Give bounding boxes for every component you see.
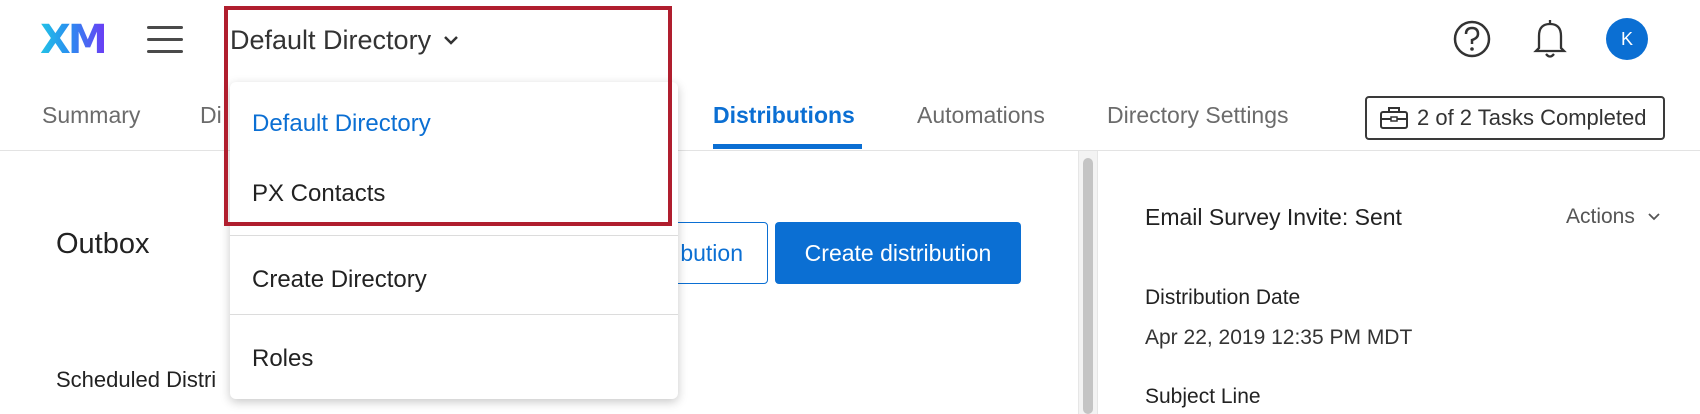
tab-automations[interactable]: Automations	[917, 102, 1045, 129]
dropdown-item-create-directory[interactable]: Create Directory	[252, 266, 427, 294]
dropdown-item-default-directory[interactable]: Default Directory	[252, 110, 431, 138]
actions-menu[interactable]: Actions	[1566, 205, 1661, 229]
scrollbar-thumb[interactable]	[1083, 158, 1093, 414]
details-title: Email Survey Invite: Sent	[1145, 204, 1402, 230]
details-pane	[1097, 151, 1700, 414]
subject-line-label: Subject Line	[1145, 385, 1261, 408]
dropdown-item-roles[interactable]: Roles	[252, 345, 313, 373]
briefcase-icon	[1380, 107, 1408, 129]
bell-icon[interactable]	[1533, 18, 1567, 60]
tab-directory-settings[interactable]: Directory Settings	[1107, 102, 1289, 129]
active-tab-indicator	[713, 144, 862, 149]
help-icon[interactable]	[1452, 18, 1492, 60]
directory-selector-label: Default Directory	[230, 24, 432, 55]
outbox-title: Outbox	[56, 228, 150, 260]
actions-label: Actions	[1566, 205, 1635, 228]
chevron-down-icon	[1648, 213, 1660, 221]
distribution-date-value: Apr 22, 2019 12:35 PM MDT	[1145, 326, 1413, 349]
directory-selector[interactable]: Default Directory	[230, 20, 459, 60]
tab-summary[interactable]: Summary	[42, 102, 140, 129]
tab-distributions[interactable]: Distributions	[713, 102, 855, 129]
top-bar: XM Default Directory K	[0, 0, 1700, 81]
dropdown-item-px-contacts[interactable]: PX Contacts	[252, 180, 385, 208]
menu-icon[interactable]	[147, 24, 183, 56]
tasks-completed-label: 2 of 2 Tasks Completed	[1417, 105, 1647, 130]
distribution-date-label: Distribution Date	[1145, 286, 1301, 309]
xm-logo[interactable]: XM	[40, 18, 108, 62]
tab-directory-contacts[interactable]: Di	[200, 102, 222, 129]
directory-dropdown-menu: Default Directory PX Contacts Create Dir…	[230, 82, 678, 399]
dropdown-divider	[230, 235, 678, 236]
scheduled-distributions-label: Scheduled Distri	[56, 367, 217, 392]
dropdown-divider	[230, 314, 678, 315]
create-distribution-button[interactable]: Create distribution	[775, 222, 1021, 284]
chevron-down-icon	[444, 36, 458, 45]
user-avatar[interactable]: K	[1606, 18, 1648, 60]
tasks-completed-button[interactable]: 2 of 2 Tasks Completed	[1365, 96, 1665, 140]
